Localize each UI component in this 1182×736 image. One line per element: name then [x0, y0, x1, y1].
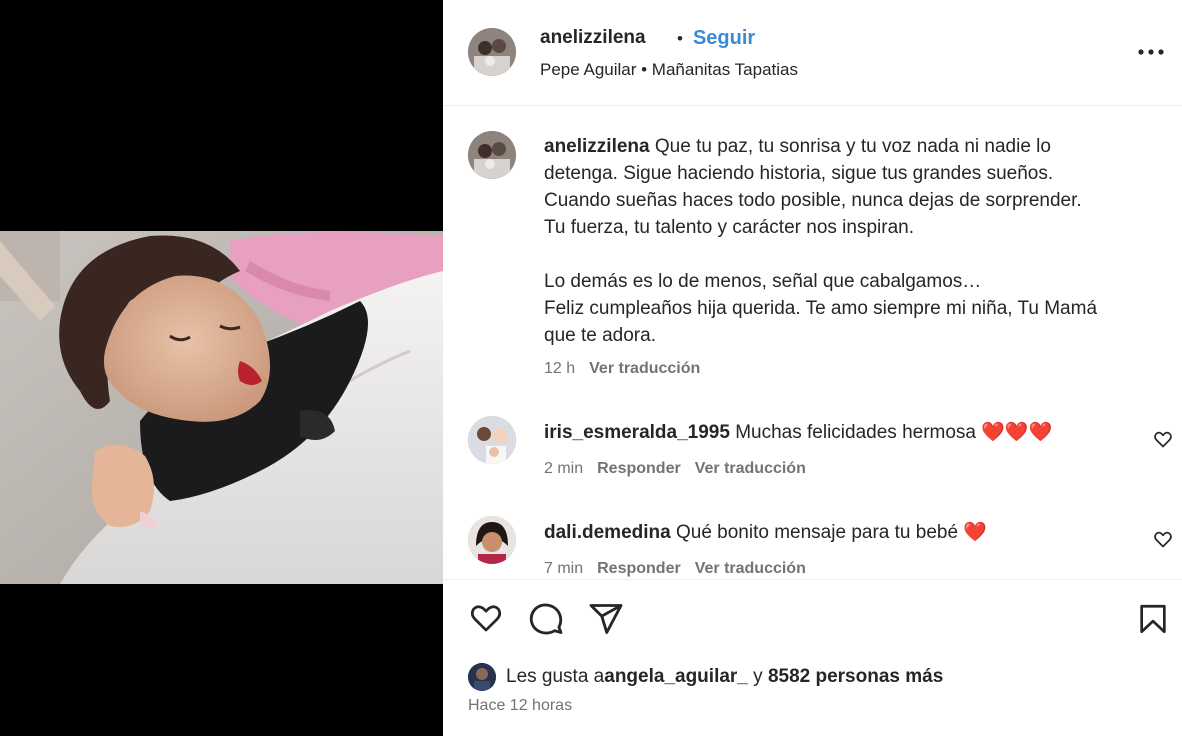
reply-button[interactable]: Responder	[597, 460, 681, 477]
caption-body: Que tu paz, tu sonrisa y tu voz nada ni …	[544, 136, 1098, 346]
like-comment-button[interactable]	[1153, 529, 1173, 549]
comment-meta: 2 min Responder Ver traducción	[544, 460, 820, 478]
more-icon	[1138, 49, 1164, 55]
post-header: anelizzilena • Seguir Pepe Aguilar • Maña…	[443, 0, 1182, 106]
author-username[interactable]: anelizzilena	[540, 27, 646, 49]
likes-count[interactable]: 8582 personas más	[768, 666, 943, 688]
caption: anelizzilena Que tu paz, tu sonrisa y tu…	[544, 133, 1154, 349]
post-actions: Les gusta a angela_aguilar_ y 8582 perso…	[443, 579, 1182, 736]
post-side-panel: anelizzilena • Seguir Pepe Aguilar • Maña…	[443, 0, 1182, 736]
like-button[interactable]	[468, 601, 504, 640]
save-button[interactable]	[1136, 601, 1170, 642]
audio-link[interactable]: Pepe Aguilar • Mañanitas Tapatias	[540, 60, 798, 80]
liker-avatar[interactable]	[468, 663, 496, 691]
comment-body: Muchas felicidades hermosa ❤️❤️❤️	[729, 422, 1053, 443]
like-comment-icon	[1154, 531, 1172, 548]
post-timestamp: Hace 12 horas	[468, 697, 573, 714]
caption-meta: 12 h Ver traducción	[544, 360, 714, 378]
comment-translate-link[interactable]: Ver traducción	[695, 560, 806, 577]
follow-button[interactable]: • Seguir	[677, 27, 755, 50]
caption-username[interactable]: anelizzilena	[544, 136, 650, 157]
caption-author-avatar[interactable]	[468, 131, 516, 179]
comment-avatar[interactable]	[468, 516, 516, 564]
follow-separator: •	[677, 29, 683, 48]
liker-username[interactable]: angela_aguilar_	[604, 666, 748, 688]
post-photo[interactable]	[0, 231, 443, 584]
share-icon	[589, 604, 623, 634]
media-panel	[0, 0, 443, 736]
comment-time: 2 min	[544, 460, 584, 477]
comment-button[interactable]	[528, 601, 564, 642]
comment-avatar[interactable]	[468, 416, 516, 464]
comment-meta: 7 min Responder Ver traducción	[544, 560, 820, 578]
share-button[interactable]	[588, 601, 624, 642]
comment-username[interactable]: iris_esmeralda_1995	[544, 422, 730, 443]
comment-icon	[529, 603, 563, 635]
like-comment-icon	[1154, 431, 1172, 448]
caption-time: 12 h	[544, 360, 576, 377]
post-viewer: anelizzilena • Seguir Pepe Aguilar • Maña…	[0, 0, 1182, 736]
comment-username[interactable]: dali.demedina	[544, 522, 671, 543]
bookmark-icon	[1140, 604, 1166, 634]
follow-label[interactable]: Seguir	[693, 27, 755, 49]
like-comment-button[interactable]	[1153, 429, 1173, 449]
more-options-button[interactable]	[1136, 40, 1166, 64]
comment-time: 7 min	[544, 560, 584, 577]
heart-icon	[470, 605, 502, 632]
comment-text: iris_esmeralda_1995 Muchas felicidades h…	[544, 420, 1052, 444]
comment-text: dali.demedina Qué bonito mensaje para tu…	[544, 520, 987, 544]
reply-button[interactable]: Responder	[597, 560, 681, 577]
comment-translate-link[interactable]: Ver traducción	[695, 460, 806, 477]
likes-summary: Les gusta a angela_aguilar_ y 8582 perso…	[468, 662, 943, 692]
comments-list[interactable]: anelizzilena Que tu paz, tu sonrisa y tu…	[443, 107, 1182, 579]
author-avatar[interactable]	[468, 28, 516, 76]
comment-body: Qué bonito mensaje para tu bebé ❤️	[670, 522, 987, 543]
likes-prefix: Les gusta a	[506, 666, 605, 687]
caption-translate-link[interactable]: Ver traducción	[589, 360, 700, 377]
likes-middle: y	[747, 666, 768, 687]
